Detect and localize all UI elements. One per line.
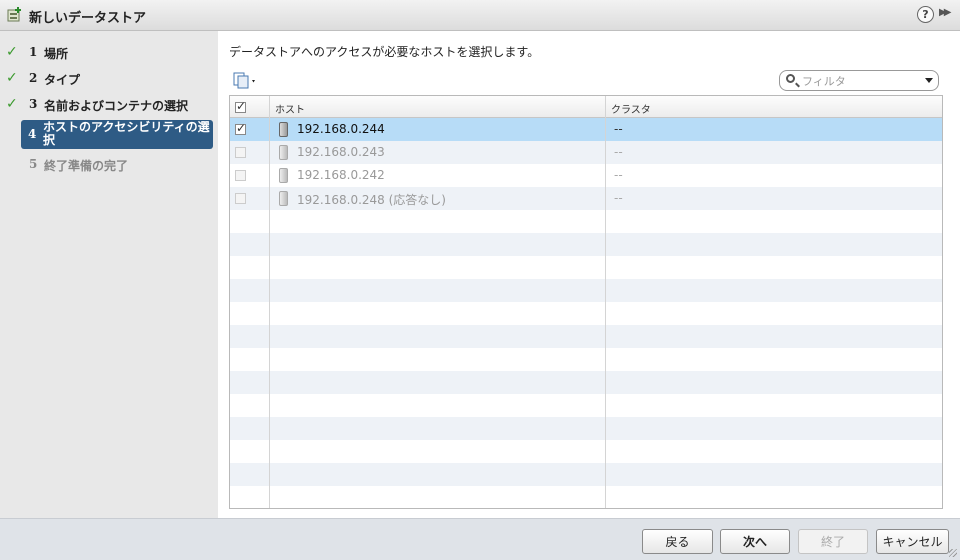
- step-host-accessibility[interactable]: 4 ホストのアクセシビリティの選択: [21, 120, 213, 149]
- empty-row: [230, 210, 942, 233]
- step-number: 1: [29, 45, 38, 59]
- column-header-cluster[interactable]: クラスタ: [611, 101, 651, 116]
- table-row: 192.168.0.248 (応答なし) --: [230, 187, 942, 210]
- empty-row: [230, 302, 942, 325]
- host-name: 192.168.0.242: [297, 168, 385, 182]
- table-row: 192.168.0.243 --: [230, 141, 942, 164]
- row-checkbox: [235, 193, 246, 204]
- search-icon: [786, 74, 795, 83]
- table-row: 192.168.0.242 --: [230, 164, 942, 187]
- host-name: 192.168.0.244: [297, 122, 385, 136]
- resize-grip-icon[interactable]: [949, 549, 957, 557]
- finish-button: 終了: [798, 529, 868, 554]
- back-button[interactable]: 戻る: [642, 529, 713, 554]
- host-name: 192.168.0.248 (応答なし): [297, 193, 446, 207]
- dialog-title: 新しいデータストア: [29, 11, 147, 26]
- column-divider: [605, 96, 606, 508]
- copy-settings-icon[interactable]: [232, 72, 258, 90]
- instruction-text: データストアへのアクセスが必要なホストを選択します。: [229, 45, 540, 59]
- expand-icon[interactable]: ▶▶: [939, 7, 952, 18]
- next-button[interactable]: 次へ: [720, 529, 790, 554]
- step-number: 3: [29, 97, 38, 111]
- empty-row: [230, 486, 942, 508]
- host-icon: [279, 145, 288, 160]
- empty-row: [230, 256, 942, 279]
- cluster-value: --: [614, 168, 623, 182]
- row-checkbox: [235, 170, 246, 181]
- filter-input[interactable]: [800, 72, 919, 90]
- check-icon: ✓: [6, 70, 18, 86]
- step-label: ホストのアクセシビリティの選択: [43, 120, 210, 147]
- dialog-footer: 戻る 次へ 終了 キャンセル: [0, 518, 960, 560]
- cluster-value: --: [614, 191, 623, 205]
- host-icon: [279, 122, 288, 137]
- host-icon: [279, 191, 288, 206]
- column-divider: [269, 96, 270, 508]
- empty-row: [230, 394, 942, 417]
- wizard-steps-sidebar: ✓ 1 場所 ✓ 2 タイプ ✓ 3 名前およびコンテナの選択 4 ホストのアク…: [0, 31, 218, 518]
- empty-row: [230, 371, 942, 394]
- check-icon: ✓: [6, 44, 18, 60]
- dialog-title-bar: 新しいデータストア ? ▶▶: [0, 0, 960, 31]
- cluster-value: --: [614, 145, 623, 159]
- step-label: 場所: [44, 47, 69, 61]
- check-icon: ✓: [6, 96, 18, 112]
- chevron-down-icon[interactable]: [925, 78, 933, 83]
- select-all-checkbox[interactable]: ✓: [235, 99, 246, 113]
- step-number: 5: [29, 157, 38, 171]
- host-name: 192.168.0.243: [297, 145, 385, 159]
- row-checkbox: [235, 147, 246, 158]
- table-header: ✓ ホスト クラスタ: [230, 96, 942, 118]
- step-label: タイプ: [44, 73, 81, 87]
- empty-row: [230, 348, 942, 371]
- empty-row: [230, 463, 942, 486]
- cancel-button[interactable]: キャンセル: [876, 529, 949, 554]
- empty-row: [230, 279, 942, 302]
- empty-row: [230, 325, 942, 348]
- row-checkbox[interactable]: ✓: [235, 121, 246, 135]
- help-icon[interactable]: ?: [917, 6, 934, 23]
- step-label: 終了準備の完了: [44, 159, 129, 173]
- empty-row: [230, 440, 942, 463]
- host-icon: [279, 168, 288, 183]
- step-number: 4: [28, 127, 37, 141]
- filter-box[interactable]: [779, 70, 939, 91]
- step-number: 2: [29, 71, 38, 85]
- column-header-host[interactable]: ホスト: [275, 101, 305, 116]
- cluster-value: --: [614, 122, 623, 136]
- step-label: 名前およびコンテナの選択: [44, 99, 189, 113]
- empty-row: [230, 417, 942, 440]
- datastore-add-icon: [7, 7, 21, 22]
- host-table: ✓ 192.168.0.244 -- 192.168.0.243 -- 192.…: [229, 95, 943, 509]
- empty-row: [230, 233, 942, 256]
- table-row[interactable]: ✓ 192.168.0.244 --: [230, 118, 942, 141]
